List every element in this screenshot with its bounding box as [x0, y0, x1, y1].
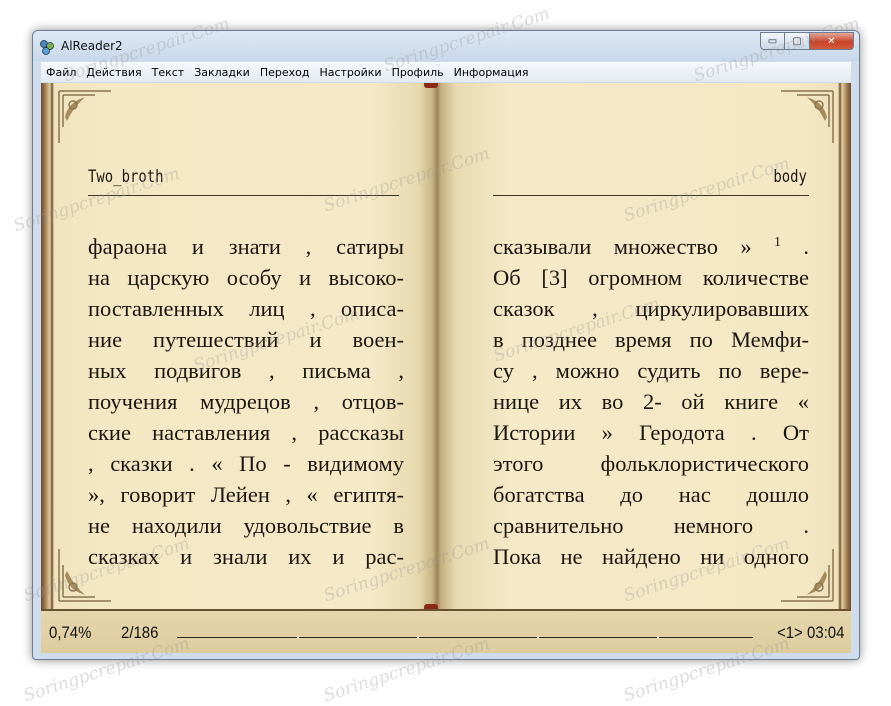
- text-line: сказках и знали их и рас-: [88, 544, 404, 569]
- menu-actions[interactable]: Действия: [81, 66, 146, 79]
- read-percent: 0,74%: [49, 623, 92, 642]
- text-line: богатства до нас дошло: [493, 482, 809, 507]
- left-page-text: фараона и знати , сатиры на царскую особ…: [88, 231, 404, 572]
- corner-ornament-icon: [58, 90, 111, 143]
- menu-settings[interactable]: Настройки: [314, 66, 386, 79]
- text-line: , сказки . « По - видимому: [88, 451, 404, 476]
- menu-navigate[interactable]: Переход: [255, 66, 315, 79]
- footnote-link[interactable]: 1: [774, 235, 781, 250]
- text-fragment: сказывали множество »: [493, 234, 752, 259]
- progress-tick: [537, 636, 539, 639]
- progress-tick: [297, 636, 299, 639]
- progress-bar[interactable]: [177, 636, 753, 639]
- left-header-rule: [88, 195, 399, 196]
- text-line: », говорит Лейен , « египтя-: [88, 482, 404, 507]
- right-page-header: body: [773, 167, 807, 187]
- text-fragment: .: [803, 234, 810, 259]
- maximize-button[interactable]: ▢: [785, 32, 810, 50]
- maximize-icon: ▢: [792, 35, 802, 47]
- menu-file[interactable]: Файл: [41, 66, 81, 79]
- reader-area: Two_broth body фараона и знати , сатиры …: [41, 83, 851, 653]
- text-line: на царскую особу и высоко-: [88, 265, 404, 290]
- text-line: в позднее время по Мемфи-: [493, 327, 809, 352]
- right-header-rule: [493, 195, 809, 196]
- status-bar: 0,74% 2/186 <1> 03:04: [41, 609, 851, 653]
- text-line: ных подвигов , письма ,: [88, 358, 404, 383]
- text-line: ние путешествий и воен-: [88, 327, 404, 352]
- text-line: нице их во 2- ой книге «: [493, 389, 809, 414]
- text-line: Истории » Геродота . От: [493, 420, 809, 445]
- text-line: фараона и знати , сатиры: [88, 234, 404, 259]
- text-line: Пока не найдено ни одного: [493, 544, 809, 569]
- minimize-icon: ▭: [767, 35, 778, 47]
- window-controls: ▭ ▢ ✕: [760, 32, 854, 51]
- app-window: AlReader2 ▭ ▢ ✕ Файл Действия Текст Закл…: [32, 30, 860, 660]
- text-line: ские наставления , рассказы: [88, 420, 404, 445]
- text-line: Об [3] огромном количестве: [493, 265, 809, 290]
- text-line-with-footnote: сказывали множество » 1 .: [493, 231, 809, 262]
- text-line: су , можно судить по вере-: [493, 358, 809, 383]
- page-counter[interactable]: 2/186: [121, 623, 158, 643]
- menu-bar: Файл Действия Текст Закладки Переход Нас…: [41, 62, 851, 82]
- close-icon: ✕: [827, 35, 836, 47]
- menu-profile[interactable]: Профиль: [387, 66, 449, 79]
- text-line: этого фольклористического: [493, 451, 809, 476]
- text-line: поставленных лиц , описа-: [88, 296, 404, 321]
- text-line: сравнительно немного .: [493, 513, 809, 538]
- menu-text[interactable]: Текст: [147, 66, 190, 79]
- close-button[interactable]: ✕: [810, 32, 854, 50]
- right-page-text: сказывали множество » 1 . Об [3] огромно…: [493, 231, 809, 572]
- title-bar[interactable]: AlReader2 ▭ ▢ ✕: [33, 31, 859, 61]
- left-page-header: Two_broth: [88, 167, 164, 187]
- text-line: сказок , циркулировавших: [493, 296, 809, 321]
- menu-information[interactable]: Информация: [449, 66, 534, 79]
- text-line: поучения мудрецов , отцов-: [88, 389, 404, 414]
- progress-tick: [417, 636, 419, 639]
- window-title: AlReader2: [61, 39, 123, 53]
- clock: 03:04: [807, 623, 845, 642]
- corner-ornament-icon: [781, 90, 834, 143]
- progress-tick: [657, 636, 659, 639]
- text-line: не находили удовольствие в: [88, 513, 404, 538]
- app-icon: [40, 40, 54, 55]
- menu-bookmarks[interactable]: Закладки: [189, 66, 255, 79]
- minimize-button[interactable]: ▭: [760, 32, 785, 50]
- spine-bookmark-top: [424, 83, 438, 88]
- chapter-indicator: <1>: [777, 623, 803, 642]
- book-spread[interactable]: Two_broth body фараона и знати , сатиры …: [41, 83, 851, 609]
